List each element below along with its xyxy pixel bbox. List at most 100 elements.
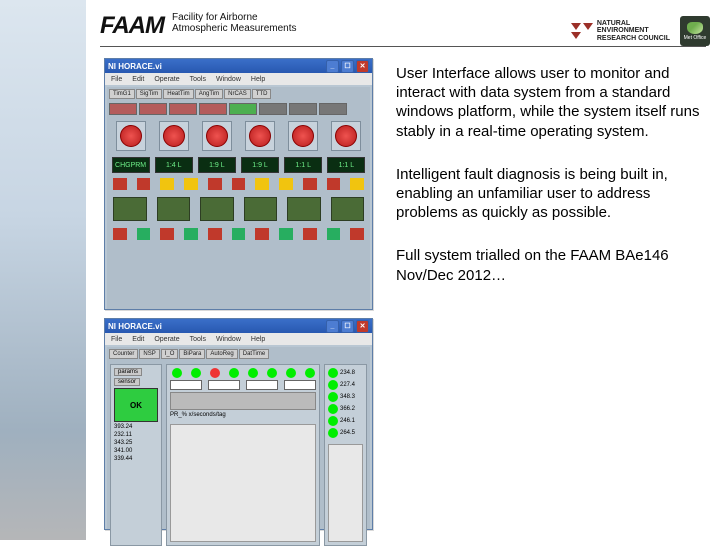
- paragraph-3: Full system trialled on the FAAM BAe146 …: [396, 246, 700, 284]
- label: sensor: [114, 378, 140, 386]
- value: 232.11: [114, 432, 132, 438]
- menu-operate[interactable]: Operate: [154, 336, 179, 343]
- tab-item[interactable]: BiPara: [179, 349, 205, 359]
- valve-icon[interactable]: [292, 125, 314, 147]
- indicator-icon: [184, 228, 198, 240]
- menu-window[interactable]: Window: [216, 76, 241, 83]
- tab-item[interactable]: HeatTim: [163, 89, 193, 99]
- list-item: 232.11: [114, 432, 158, 438]
- led-icon: [328, 428, 338, 438]
- indicator-icon: [208, 178, 222, 190]
- value: 339.44: [114, 456, 132, 462]
- value-field[interactable]: [246, 380, 278, 390]
- menu-bar: File Edit Operate Tools Window Help: [105, 333, 372, 345]
- value-field[interactable]: [284, 380, 316, 390]
- minimize-button[interactable]: _: [326, 60, 339, 73]
- value: 264.5: [340, 430, 355, 436]
- indicator-icon: [279, 228, 293, 240]
- value-field[interactable]: [170, 380, 202, 390]
- faam-subtitle-line2: Atmospheric Measurements: [172, 23, 297, 34]
- valve-icon[interactable]: [206, 125, 228, 147]
- menu-file[interactable]: File: [111, 76, 122, 83]
- indicator-icon: [327, 228, 341, 240]
- tab-row: Counter NSP I_O BiPara AutoReg DatTime: [107, 347, 370, 361]
- readout-display: 1:4 L: [155, 157, 193, 173]
- window-inner-panel: TimG1 SigTim HeatTim AngTim NrCAS TTD: [107, 87, 370, 309]
- valve-icon[interactable]: [249, 125, 271, 147]
- tab-item[interactable]: Counter: [109, 349, 138, 359]
- label: params: [114, 368, 142, 376]
- valve-icon[interactable]: [163, 125, 185, 147]
- field-row: [170, 380, 316, 390]
- status-led-icon: [229, 103, 257, 115]
- tab-item[interactable]: AutoReg: [206, 349, 237, 359]
- led-icon: [328, 368, 338, 378]
- status-led-row: [107, 101, 370, 117]
- list-item: 341.00: [114, 448, 158, 454]
- led-icon: [172, 368, 182, 378]
- close-button[interactable]: ✕: [356, 60, 369, 73]
- diagnostic-columns: params sensor OK 393.24 232.11 343.25 34…: [107, 361, 370, 549]
- menu-help[interactable]: Help: [251, 336, 265, 343]
- maximize-button[interactable]: ☐: [341, 60, 354, 73]
- indicator-icon: [137, 228, 151, 240]
- faam-subtitle-line1: Facility for Airborne: [172, 12, 297, 23]
- tab-item[interactable]: TimG1: [109, 89, 135, 99]
- window-titlebar: NI HORACE.vi _ ☐ ✕: [105, 59, 372, 73]
- led-icon: [210, 368, 220, 378]
- led-icon: [191, 368, 201, 378]
- tab-item[interactable]: NSP: [139, 349, 159, 359]
- left-column: params sensor OK 393.24 232.11 343.25 34…: [110, 364, 162, 546]
- maximize-button[interactable]: ☐: [341, 320, 354, 333]
- nerc-line2: ENVIRONMENT: [597, 27, 670, 34]
- valve-icon[interactable]: [335, 125, 357, 147]
- indicator-icon: [184, 178, 198, 190]
- led-icon: [328, 416, 338, 426]
- plot-area: [170, 424, 316, 542]
- valve-icon[interactable]: [120, 125, 142, 147]
- right-column: 234.8 227.4 348.3 366.2 246.1 264.5: [324, 364, 367, 546]
- tab-item[interactable]: TTD: [252, 89, 272, 99]
- tab-item[interactable]: SigTim: [136, 89, 162, 99]
- value: 393.24: [114, 424, 132, 430]
- tab-item[interactable]: AngTim: [195, 89, 223, 99]
- minimize-button[interactable]: _: [326, 320, 339, 333]
- slider-well[interactable]: [170, 392, 316, 410]
- tab-item[interactable]: DatTime: [239, 349, 269, 359]
- menu-help[interactable]: Help: [251, 76, 265, 83]
- indicator-icon: [303, 228, 317, 240]
- close-button[interactable]: ✕: [356, 320, 369, 333]
- nerc-text: NATURAL ENVIRONMENT RESEARCH COUNCIL: [597, 20, 670, 42]
- value: 366.2: [340, 406, 355, 412]
- status-led-icon: [289, 103, 317, 115]
- faam-logo: FAAM: [100, 12, 166, 40]
- menu-edit[interactable]: Edit: [132, 76, 144, 83]
- menu-tools[interactable]: Tools: [190, 336, 206, 343]
- menu-window[interactable]: Window: [216, 336, 241, 343]
- window-titlebar: NI HORACE.vi _ ☐ ✕: [105, 319, 372, 333]
- tank-icon: [113, 197, 147, 221]
- window-title: NI HORACE.vi: [108, 62, 162, 71]
- tank-icon: [287, 197, 321, 221]
- indicator-icon: [303, 178, 317, 190]
- indicator-icon: [255, 178, 269, 190]
- value-field[interactable]: [208, 380, 240, 390]
- tab-item[interactable]: NrCAS: [224, 89, 251, 99]
- led-icon: [267, 368, 277, 378]
- menu-edit[interactable]: Edit: [132, 336, 144, 343]
- status-led-icon: [319, 103, 347, 115]
- nerc-logo: NATURAL ENVIRONMENT RESEARCH COUNCIL: [571, 18, 670, 44]
- valve-group: [331, 121, 361, 151]
- tab-item[interactable]: I_O: [161, 349, 179, 359]
- indicator-icon: [350, 228, 364, 240]
- menu-file[interactable]: File: [111, 336, 122, 343]
- header-left-group: FAAM Facility for Airborne Atmospheric M…: [100, 12, 297, 40]
- value: 246.1: [340, 418, 355, 424]
- menu-bar: File Edit Operate Tools Window Help: [105, 73, 372, 85]
- middle-column: PR_% x/seconds/tag: [166, 364, 320, 546]
- menu-tools[interactable]: Tools: [190, 76, 206, 83]
- tank-row: [107, 193, 370, 225]
- menu-operate[interactable]: Operate: [154, 76, 179, 83]
- screenshot-diagnostics-window: NI HORACE.vi _ ☐ ✕ File Edit Operate Too…: [104, 318, 373, 530]
- led-icon: [248, 368, 258, 378]
